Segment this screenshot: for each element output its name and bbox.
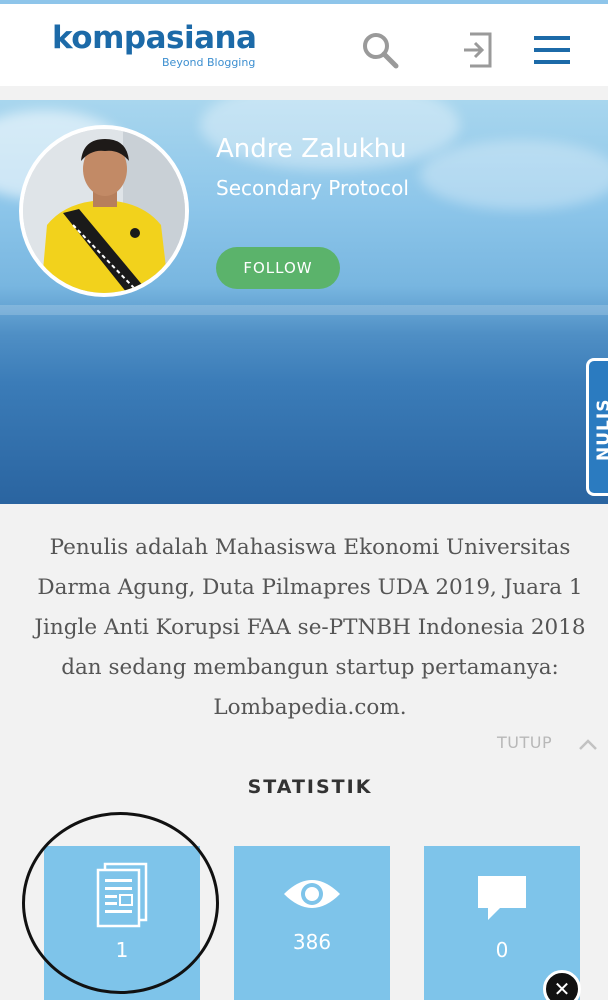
profile-bio: Penulis adalah Mahasiswa Ekonomi Univers… bbox=[34, 535, 586, 720]
login-icon[interactable] bbox=[456, 30, 500, 70]
profile-avatar[interactable] bbox=[19, 125, 189, 297]
follow-button[interactable]: FOLLOW bbox=[216, 247, 340, 289]
kompasiana-logo[interactable]: kompasiana Beyond Blogging bbox=[52, 20, 257, 69]
nulis-side-tab-label: NULIS bbox=[594, 398, 608, 461]
profile-name: Andre Zalukhu bbox=[216, 134, 407, 164]
top-navigation-bar: kompasiana Beyond Blogging bbox=[0, 0, 608, 86]
collapse-bio-link[interactable]: TUTUP bbox=[497, 733, 552, 752]
hamburger-menu-icon[interactable] bbox=[530, 30, 574, 70]
nulis-side-tab[interactable]: NULIS bbox=[586, 358, 608, 496]
profile-subtitle: Secondary Protocol bbox=[216, 176, 409, 200]
highlight-circle-annotation bbox=[22, 812, 219, 994]
eye-icon bbox=[234, 874, 390, 914]
logo-text: kompasiana bbox=[52, 20, 257, 56]
stat-comments-value: 0 bbox=[495, 938, 509, 962]
comment-icon bbox=[424, 872, 580, 924]
stat-card-views[interactable]: 386 bbox=[234, 846, 390, 1000]
logo-tagline: Beyond Blogging bbox=[162, 56, 256, 69]
close-icon[interactable]: ✕ bbox=[543, 970, 581, 1000]
stat-views-value: 386 bbox=[292, 930, 332, 954]
statistics-heading: STATISTIK bbox=[247, 776, 373, 798]
chevron-up-icon[interactable] bbox=[578, 736, 598, 755]
search-icon[interactable] bbox=[358, 30, 402, 70]
